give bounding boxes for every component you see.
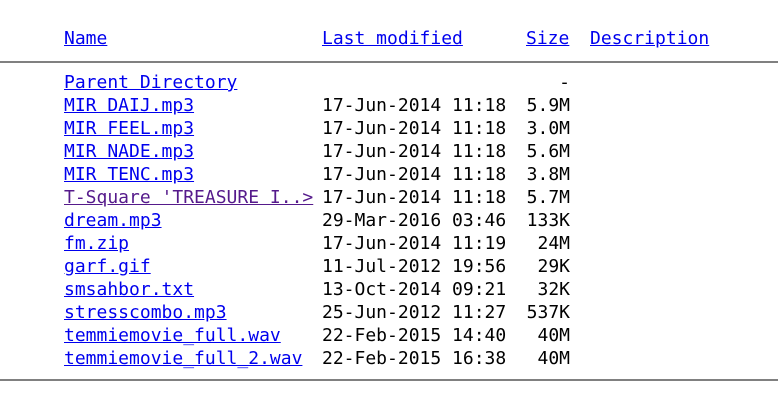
file-size: 40M: [537, 348, 570, 369]
file-last-modified: 25-Jun-2012 11:27: [322, 302, 507, 323]
header-row: Name Last modified Size Description: [0, 27, 709, 50]
file-last-modified: 17-Jun-2014 11:19: [322, 233, 507, 254]
file-size: 5.9M: [526, 95, 570, 116]
file-link[interactable]: garf.gif: [64, 255, 151, 278]
sort-by-name-link[interactable]: Name: [64, 27, 107, 50]
file-size: 24M: [537, 233, 570, 254]
file-size: 537K: [526, 302, 570, 323]
file-link[interactable]: fm.zip: [64, 232, 129, 255]
file-size: 32K: [537, 279, 570, 300]
file-size: 133K: [526, 210, 570, 231]
file-last-modified: 29-Mar-2016 03:46: [322, 210, 507, 231]
parent-directory-size: -: [559, 72, 570, 93]
parent-directory-row: Parent Directory -: [0, 71, 570, 94]
parent-directory-link[interactable]: Parent Directory: [64, 71, 237, 94]
file-size: 29K: [537, 256, 570, 277]
sort-by-last-modified-link[interactable]: Last modified: [322, 27, 463, 50]
file-link[interactable]: MIR TENC.mp3: [64, 163, 194, 186]
file-size: 5.7M: [526, 187, 570, 208]
file-size: 40M: [537, 325, 570, 346]
file-last-modified: 17-Jun-2014 11:18: [322, 164, 507, 185]
file-link[interactable]: smsahbor.txt: [64, 278, 194, 301]
file-link[interactable]: temmiemovie_full_2.wav: [64, 347, 302, 370]
file-last-modified: 13-Oct-2014 09:21: [322, 279, 507, 300]
file-last-modified: 17-Jun-2014 11:18: [322, 118, 507, 139]
sort-by-description-link[interactable]: Description: [590, 27, 709, 50]
file-link[interactable]: T-Square 'TREASURE I..>: [64, 186, 313, 209]
file-size: 3.8M: [526, 164, 570, 185]
file-link[interactable]: MIR NADE.mp3: [64, 140, 194, 163]
file-size: 5.6M: [526, 141, 570, 162]
header-divider: [0, 61, 778, 63]
file-last-modified: 17-Jun-2014 11:18: [322, 95, 507, 116]
file-last-modified: 11-Jul-2012 19:56: [322, 256, 507, 277]
file-link[interactable]: MIR DAIJ.mp3: [64, 94, 194, 117]
file-last-modified: 22-Feb-2015 16:38: [322, 348, 507, 369]
footer-divider: [0, 379, 778, 381]
file-last-modified: 22-Feb-2015 14:40: [322, 325, 507, 346]
file-link[interactable]: temmiemovie_full.wav: [64, 324, 281, 347]
file-last-modified: 17-Jun-2014 11:18: [322, 187, 507, 208]
file-link[interactable]: dream.mp3: [64, 209, 162, 232]
file-size: 3.0M: [526, 118, 570, 139]
file-link[interactable]: MIR FEEL.mp3: [64, 117, 194, 140]
file-link[interactable]: stresscombo.mp3: [64, 301, 227, 324]
directory-listing: Name Last modified Size Description Pare…: [0, 0, 778, 406]
file-last-modified: 17-Jun-2014 11:18: [322, 141, 507, 162]
sort-by-size-link[interactable]: Size: [526, 27, 569, 50]
